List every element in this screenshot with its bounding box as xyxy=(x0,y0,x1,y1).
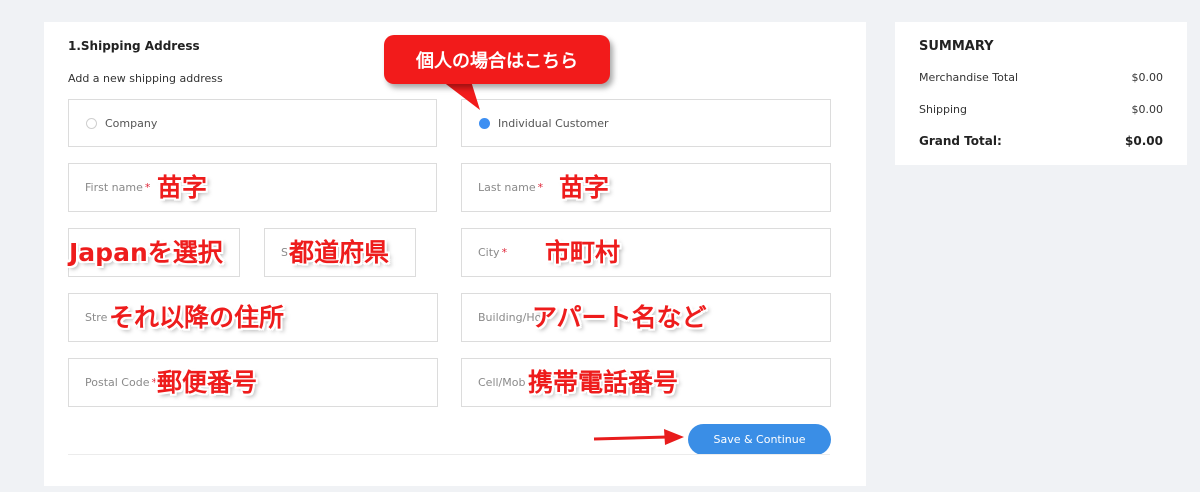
annotation-phone: 携帯電話番号 xyxy=(528,368,679,397)
order-summary-card: SUMMARY Merchandise Total $0.00 Shipping… xyxy=(895,22,1187,165)
annotation-postal-code: 郵便番号 xyxy=(157,368,258,397)
grand-total-value: $0.00 xyxy=(1125,134,1163,148)
individual-customer-radio-label: Individual Customer xyxy=(498,116,609,130)
annotation-last-name: 苗字 xyxy=(559,173,610,202)
postal-code-placeholder: Postal Code * xyxy=(85,376,157,389)
annotation-state: 都道府県 xyxy=(289,238,390,267)
save-continue-button[interactable]: Save & Continue xyxy=(688,424,831,455)
required-mark: * xyxy=(501,246,508,259)
required-mark: * xyxy=(144,181,151,194)
annotation-country: Japanを選択 xyxy=(69,238,223,267)
annotation-city: 市町村 xyxy=(545,238,621,267)
city-placeholder: City * xyxy=(478,246,508,259)
individual-customer-radio-icon[interactable] xyxy=(479,117,490,129)
phone-placeholder: Cell/Mob xyxy=(478,376,526,389)
summary-row-value: $0.00 xyxy=(1131,71,1164,84)
summary-title: SUMMARY xyxy=(919,39,994,54)
last-name-field[interactable]: Last name * xyxy=(461,163,831,212)
required-mark: * xyxy=(537,181,544,194)
company-radio-label: Company xyxy=(105,116,158,130)
city-field[interactable]: City * xyxy=(461,228,831,277)
last-name-placeholder: Last name * xyxy=(478,181,544,194)
building-placeholder: Building/Ho xyxy=(478,311,542,324)
summary-grand-total: Grand Total: $0.00 xyxy=(919,134,1163,148)
summary-row-merchandise: Merchandise Total $0.00 xyxy=(919,71,1163,84)
summary-row-label: Shipping xyxy=(919,103,967,116)
annotation-building: アパート名など xyxy=(532,303,707,332)
annotation-street: それ以降の住所 xyxy=(109,303,285,332)
section-title: 1.Shipping Address xyxy=(68,39,200,53)
grand-total-label: Grand Total: xyxy=(919,134,1002,148)
summary-row-value: $0.00 xyxy=(1131,103,1164,116)
company-radio-option[interactable]: Company xyxy=(68,99,437,147)
section-subtitle: Add a new shipping address xyxy=(68,72,223,85)
summary-row-shipping: Shipping $0.00 xyxy=(919,103,1163,116)
first-name-placeholder: First name * xyxy=(85,181,151,194)
company-radio-icon[interactable] xyxy=(86,117,97,129)
summary-row-label: Merchandise Total xyxy=(919,71,1018,84)
annotation-first-name: 苗字 xyxy=(157,173,208,202)
street-placeholder: Stre xyxy=(85,311,108,324)
individual-callout-bubble: 個人の場合はこちら xyxy=(384,35,610,84)
individual-customer-radio-option[interactable]: Individual Customer xyxy=(461,99,831,147)
form-divider xyxy=(68,454,830,455)
first-name-field[interactable]: First name * xyxy=(68,163,437,212)
